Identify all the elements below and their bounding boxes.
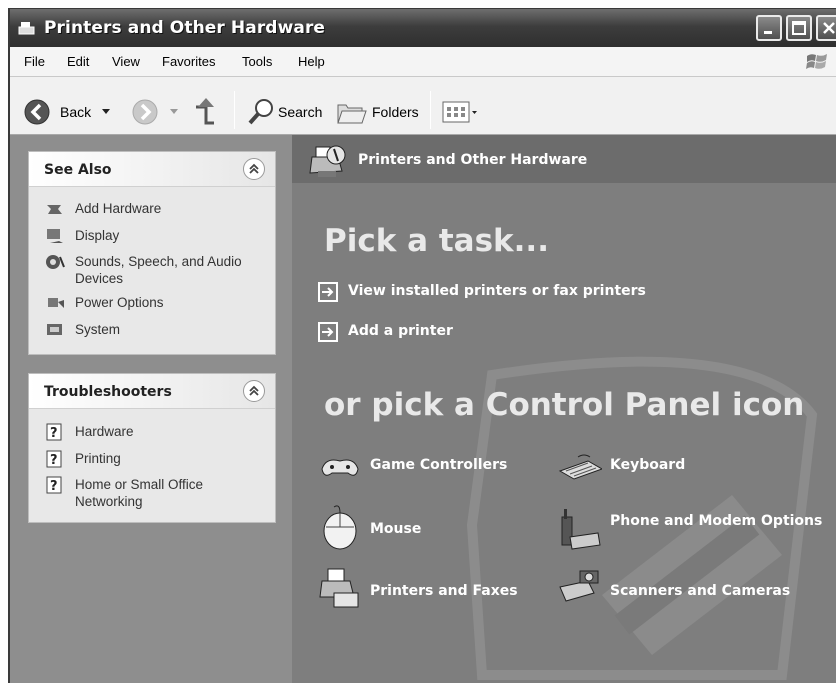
back-button[interactable]: Back	[60, 104, 91, 120]
cp-scanners-cameras[interactable]: Scanners and Cameras	[558, 567, 798, 611]
see-also-label: Display	[75, 228, 120, 243]
toolbar-separator	[430, 91, 431, 129]
cp-label: Mouse	[370, 521, 422, 537]
see-also-label: Add Hardware	[75, 201, 162, 216]
scanner-camera-icon	[559, 570, 599, 602]
printers-hardware-icon	[309, 145, 346, 177]
collapse-see-also-button[interactable]	[243, 158, 265, 180]
folders-icon[interactable]	[336, 99, 368, 125]
title-bar: Printers and Other Hardware	[10, 9, 836, 47]
troubleshooters-title: Troubleshooters	[44, 384, 172, 400]
cp-game-controllers[interactable]: Game Controllers	[318, 447, 518, 487]
svg-text:?: ?	[50, 426, 58, 441]
explorer-window: Printers and Other Hardware File Edit Vi…	[8, 8, 836, 683]
page-title: Printers and Other Hardware	[358, 152, 588, 168]
windows-logo-icon	[806, 54, 827, 69]
forward-dropdown-icon[interactable]	[170, 109, 178, 115]
menu-file[interactable]: File	[24, 54, 45, 69]
task-label: View installed printers or fax printers	[348, 283, 646, 299]
see-also-title: See Also	[44, 162, 112, 178]
up-folder-icon[interactable]	[192, 95, 220, 127]
chevron-up-icon	[249, 385, 259, 396]
pick-task-heading: Pick a task...	[324, 223, 549, 259]
see-also-label: Sounds, Speech, and Audio Devices	[75, 254, 242, 286]
arrow-right-icon	[318, 322, 338, 342]
sounds-icon	[46, 255, 65, 269]
menu-favorites[interactable]: Favorites	[162, 54, 215, 69]
printers-faxes-icon	[319, 568, 359, 608]
maximize-button[interactable]	[786, 15, 812, 41]
cp-label: Scanners and Cameras	[610, 583, 791, 599]
menu-tools[interactable]: Tools	[242, 54, 272, 69]
task-label: Add a printer	[348, 323, 453, 339]
menu-bar: File Edit View Favorites Tools Help	[10, 47, 836, 77]
cp-mouse[interactable]: Mouse	[318, 503, 518, 553]
troubleshooter-label: Home or Small Office Networking	[75, 477, 204, 509]
task-pane: See Also Add Hardware Display Sounds, Sp…	[10, 135, 292, 683]
back-dropdown-icon[interactable]	[102, 109, 110, 115]
pick-icon-heading: or pick a Control Panel icon	[324, 387, 805, 423]
cp-label: Printers and Faxes	[370, 583, 518, 599]
arrow-right-icon	[318, 282, 338, 302]
back-arrow-icon[interactable]	[24, 99, 50, 125]
see-also-label: System	[75, 322, 121, 337]
toolbar-separator	[234, 91, 235, 129]
mouse-icon	[323, 505, 357, 550]
cp-label: Phone and Modem Options	[610, 513, 823, 529]
forward-arrow-icon[interactable]	[132, 99, 158, 125]
content-area: See Also Add Hardware Display Sounds, Sp…	[10, 135, 836, 683]
close-button[interactable]	[816, 15, 836, 41]
add-hardware-icon	[47, 205, 62, 214]
menu-edit[interactable]: Edit	[67, 54, 89, 69]
window-title: Printers and Other Hardware	[44, 18, 326, 38]
page-header: Printers and Other Hardware	[292, 135, 836, 183]
help-icon: ?	[46, 450, 62, 468]
minimize-button[interactable]	[756, 15, 782, 41]
collapse-troubleshooters-button[interactable]	[243, 380, 265, 402]
troubleshooter-label: Hardware	[75, 424, 134, 439]
svg-text:?: ?	[50, 453, 58, 468]
search-button[interactable]: Search	[278, 104, 322, 120]
see-also-header[interactable]: See Also	[29, 152, 275, 187]
game-controller-icon	[321, 459, 359, 476]
troubleshooters-header[interactable]: Troubleshooters	[29, 374, 275, 409]
see-also-label: Power Options	[75, 295, 164, 310]
cp-phone-modem[interactable]: Phone and Modem Options	[558, 503, 822, 553]
troubleshooters-box: Troubleshooters ? Hardware ? Printing ? …	[28, 373, 276, 523]
help-icon: ?	[46, 423, 62, 441]
toolbar: Back Search Folders	[10, 77, 836, 135]
cp-label: Game Controllers	[370, 457, 508, 473]
cp-keyboard[interactable]: Keyboard	[558, 447, 758, 487]
search-icon[interactable]	[246, 97, 276, 127]
keyboard-icon	[558, 454, 602, 480]
folders-button[interactable]: Folders	[372, 104, 419, 120]
cp-label: Keyboard	[610, 457, 686, 473]
main-pane: Printers and Other Hardware Pick a task.…	[292, 135, 836, 683]
menu-help[interactable]: Help	[298, 54, 325, 69]
chevron-up-icon	[249, 163, 259, 174]
see-also-box: See Also Add Hardware Display Sounds, Sp…	[28, 151, 276, 355]
power-options-icon	[48, 298, 64, 308]
svg-text:?: ?	[50, 479, 58, 494]
watermark-printer-graphic	[466, 356, 818, 680]
troubleshooter-label: Printing	[75, 451, 121, 466]
phone-modem-icon	[561, 509, 601, 550]
menu-view[interactable]: View	[112, 54, 140, 69]
cp-printers-faxes[interactable]: Printers and Faxes	[318, 567, 538, 611]
printer-window-icon	[18, 22, 35, 35]
views-icon[interactable]	[442, 101, 478, 123]
display-icon	[47, 229, 63, 243]
system-icon	[47, 324, 62, 335]
help-icon: ?	[46, 476, 62, 494]
